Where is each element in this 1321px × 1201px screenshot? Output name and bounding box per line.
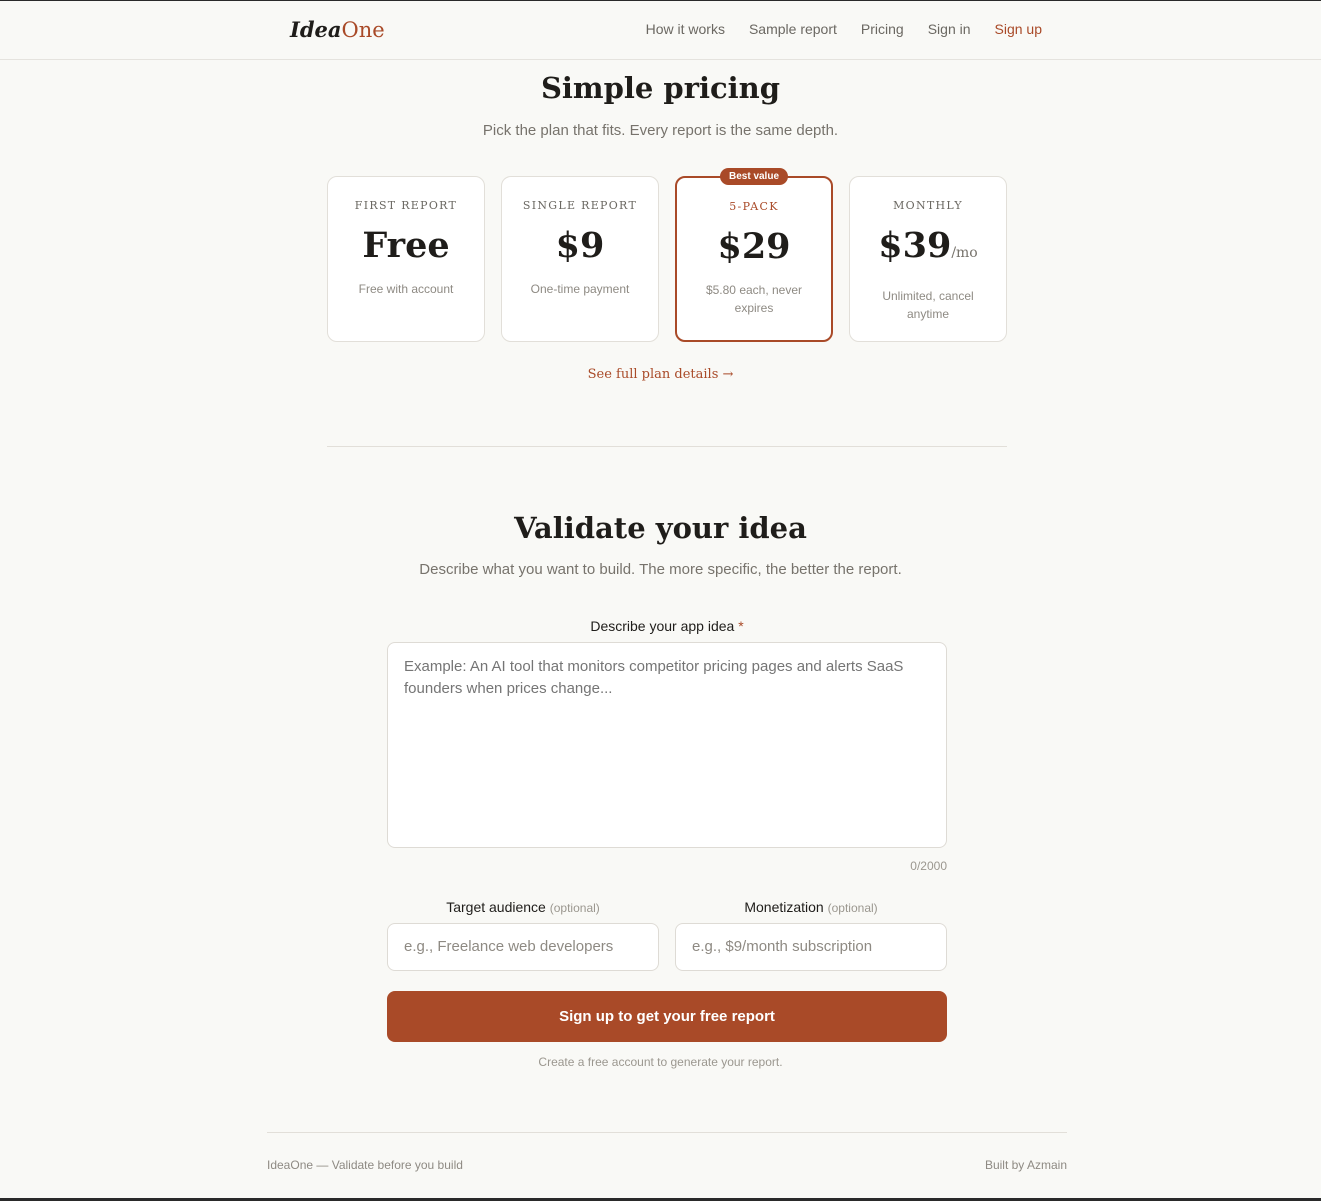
- pricing-title: Simple pricing: [540, 71, 781, 105]
- plan-name: SINGLE REPORT: [522, 199, 638, 212]
- plan-name: FIRST REPORT: [354, 199, 458, 212]
- character-counter: 0/2000: [910, 859, 947, 873]
- plan-price-unit: /mo: [951, 245, 978, 261]
- idea-label: Describe your app idea *: [387, 618, 947, 634]
- audience-input[interactable]: e.g., Freelance web developers: [387, 923, 659, 971]
- plan-price: $39/mo: [850, 224, 1006, 275]
- idea-textarea[interactable]: [387, 642, 947, 848]
- plan-note: Unlimited, cancel anytime: [882, 289, 974, 321]
- logo-part-1: Idea: [290, 17, 342, 42]
- audience-label-text: Target audience: [446, 899, 546, 915]
- nav-sample-report[interactable]: Sample report: [749, 21, 837, 37]
- nav-sign-up[interactable]: Sign up: [995, 21, 1042, 37]
- plan-card-5-pack[interactable]: Best value 5-PACK $29 $5.80 each, never …: [675, 168, 833, 342]
- plan-card-monthly[interactable]: MONTHLY $39/mo Unlimited, cancel anytime: [849, 176, 1007, 342]
- nav-links: How it works Sample report Pricing Sign …: [646, 21, 1042, 37]
- plan-price-value: $29: [717, 226, 791, 267]
- plan-note: $5.80 each, never expires: [705, 283, 803, 315]
- plan-card-first-report[interactable]: FIRST REPORT Free Free with account: [327, 176, 485, 342]
- footer-credit[interactable]: Built by Azmain: [985, 1158, 1067, 1172]
- section-divider: [327, 446, 1007, 447]
- plan-price: $9: [502, 224, 658, 268]
- pricing-subtitle: Pick the plan that fits. Every report is…: [482, 122, 839, 139]
- optional-tag: (optional): [549, 901, 600, 915]
- validate-subtitle: Describe what you want to build. The mor…: [419, 561, 902, 578]
- see-plan-details-link[interactable]: See full plan details →: [0, 367, 1321, 382]
- plan-name: MONTHLY: [893, 199, 963, 212]
- footer-tagline: IdeaOne — Validate before you build: [267, 1158, 463, 1172]
- plan-price: $29: [677, 225, 831, 269]
- required-mark: *: [738, 618, 744, 634]
- nav-sign-in[interactable]: Sign in: [928, 21, 971, 37]
- plan-price-value: $9: [555, 225, 605, 266]
- plan-price: Free: [328, 224, 484, 268]
- nav-pricing[interactable]: Pricing: [861, 21, 904, 37]
- plan-note: One-time payment: [530, 282, 630, 296]
- best-value-badge: Best value: [719, 168, 789, 185]
- plan-name: 5-PACK: [729, 200, 779, 213]
- nav-how-it-works[interactable]: How it works: [646, 21, 725, 37]
- top-nav-bar: IdeaOne How it works Sample report Prici…: [0, 1, 1321, 60]
- plan-note: Free with account: [358, 282, 454, 296]
- idea-label-text: Describe your app idea: [590, 618, 735, 634]
- monetization-label-text: Monetization: [744, 899, 824, 915]
- pricing-cards: FIRST REPORT Free Free with account SING…: [327, 168, 1007, 342]
- logo[interactable]: IdeaOne: [290, 17, 385, 42]
- plan-price-value: $39: [878, 225, 952, 266]
- validate-title: Validate your idea: [514, 511, 807, 545]
- plan-price-value: Free: [362, 225, 450, 266]
- optional-tag: (optional): [827, 901, 878, 915]
- signup-free-report-button[interactable]: Sign up to get your free report: [387, 991, 947, 1042]
- plan-card-single-report[interactable]: SINGLE REPORT $9 One-time payment: [501, 176, 659, 342]
- monetization-label: Monetization (optional): [675, 899, 947, 915]
- monetization-input[interactable]: e.g., $9/month subscription: [675, 923, 947, 971]
- logo-part-2: One: [341, 18, 385, 42]
- audience-label: Target audience (optional): [387, 899, 659, 915]
- footer-divider: [267, 1132, 1067, 1133]
- cta-note: Create a free account to generate your r…: [538, 1055, 783, 1069]
